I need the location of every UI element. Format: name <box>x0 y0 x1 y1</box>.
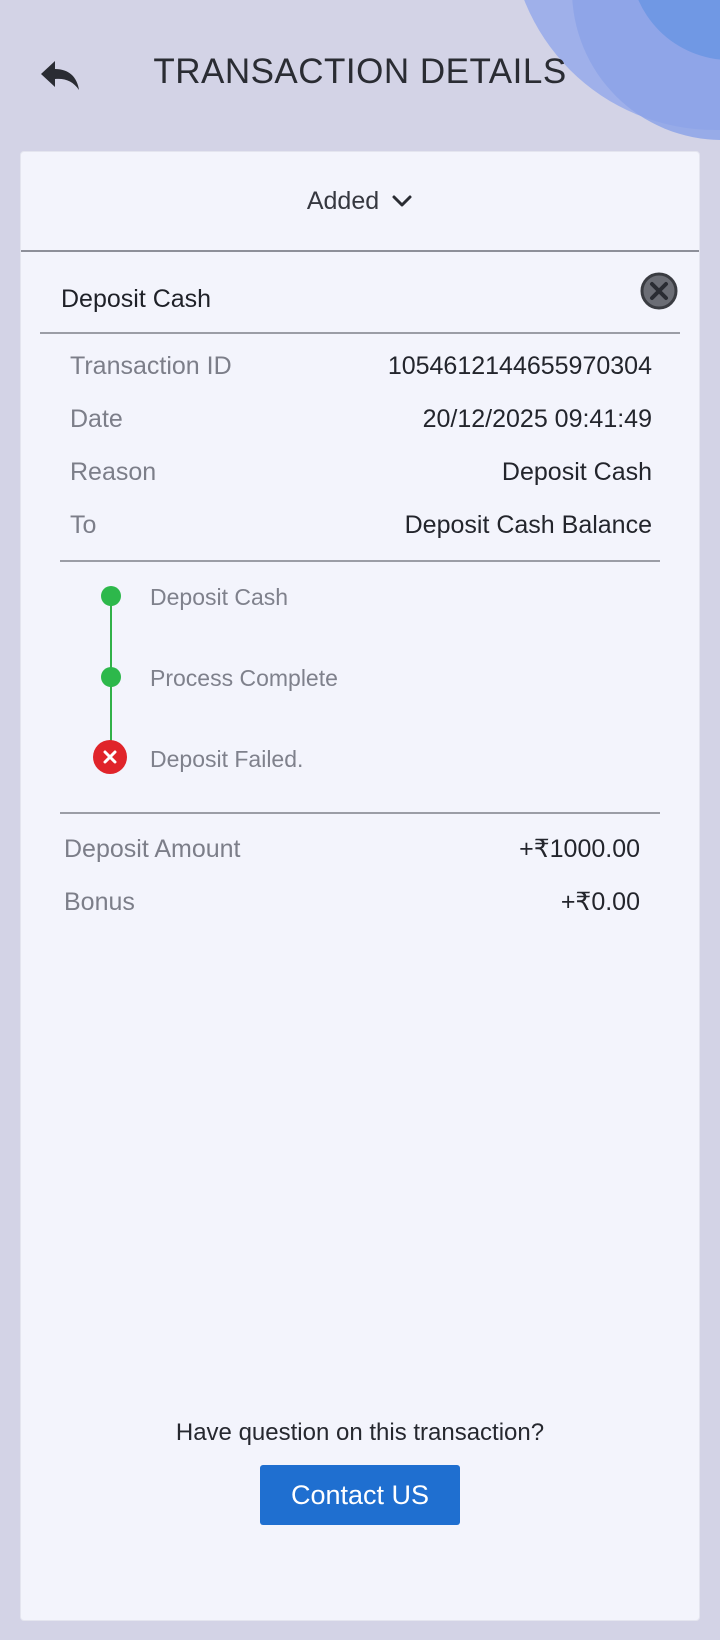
detail-label: Transaction ID <box>70 351 232 380</box>
detail-row-to: To Deposit Cash Balance <box>70 505 652 545</box>
timeline-step-label: Deposit Cash <box>150 584 289 610</box>
status-selector[interactable]: Added <box>21 152 699 252</box>
close-circle-icon <box>640 272 678 310</box>
detail-row-transaction-id: Transaction ID 1054612144655970304 <box>70 346 652 386</box>
status-timeline: Deposit Cash Process Complete Deposit Fa… <box>60 562 660 814</box>
amount-value: +₹1000.00 <box>519 835 640 863</box>
detail-row-date: Date 20/12/2025 09:41:49 <box>70 399 652 439</box>
close-button[interactable] <box>640 272 678 310</box>
success-dot-icon <box>101 667 121 687</box>
detail-value: Deposit Cash Balance <box>404 510 652 539</box>
failed-x-icon <box>93 740 127 774</box>
page-title: TRANSACTION DETAILS <box>153 52 567 91</box>
detail-value: 1054612144655970304 <box>387 351 652 380</box>
chevron-down-icon <box>392 195 412 207</box>
detail-label: To <box>70 510 97 539</box>
detail-value: 20/12/2025 09:41:49 <box>422 404 652 433</box>
contact-us-button[interactable]: Contact US <box>260 1465 460 1525</box>
success-dot-icon <box>101 586 121 606</box>
transaction-details: Transaction ID 1054612144655970304 Date … <box>60 330 660 562</box>
transaction-card: Added Deposit Cash Transaction ID 105461… <box>20 151 700 1621</box>
amount-label: Deposit Amount <box>64 834 241 863</box>
timeline-step-label: Deposit Failed. <box>150 746 304 772</box>
timeline-step-label: Process Complete <box>150 665 338 691</box>
detail-label: Reason <box>70 457 157 486</box>
detail-value: Deposit Cash <box>501 457 652 486</box>
status-label: Added <box>306 186 380 215</box>
amount-label: Bonus <box>64 887 135 916</box>
detail-row-reason: Reason Deposit Cash <box>70 452 652 492</box>
amount-summary: Deposit Amount +₹1000.00 Bonus +₹0.00 <box>60 817 660 947</box>
amount-value: +₹0.00 <box>560 888 640 916</box>
amount-row-bonus: Bonus +₹0.00 <box>64 882 640 922</box>
detail-label: Date <box>70 404 123 433</box>
header-bar: TRANSACTION DETAILS <box>0 0 720 150</box>
transaction-header: Deposit Cash <box>40 252 680 334</box>
amount-row-deposit: Deposit Amount +₹1000.00 <box>64 829 640 869</box>
support-question: Have question on this transaction? <box>175 1419 545 1446</box>
transaction-title: Deposit Cash <box>61 285 212 313</box>
